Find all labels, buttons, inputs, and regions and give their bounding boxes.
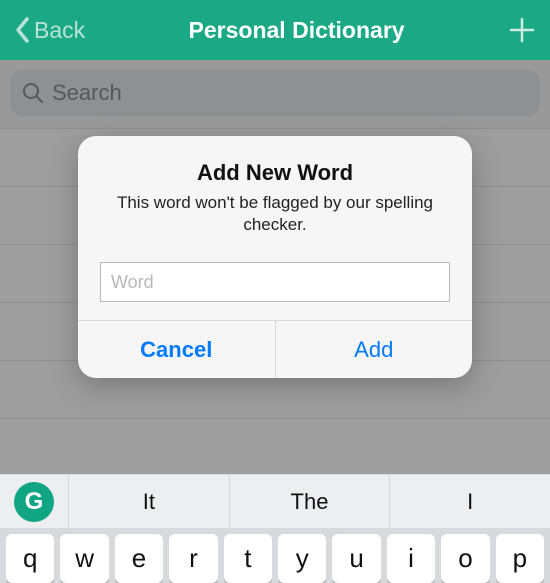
grammarly-icon[interactable]: G [14, 482, 54, 522]
add-word-dialog: Add New Word This word won't be flagged … [78, 136, 472, 378]
keyboard-suggestion-bar: G It The I [0, 474, 550, 528]
add-confirm-button[interactable]: Add [275, 321, 473, 378]
key-y[interactable]: y [278, 534, 326, 583]
key-i[interactable]: i [387, 534, 435, 583]
key-e[interactable]: e [115, 534, 163, 583]
key-r[interactable]: r [169, 534, 217, 583]
suggestion-item[interactable]: The [229, 475, 390, 528]
key-t[interactable]: t [224, 534, 272, 583]
add-button[interactable] [508, 16, 536, 44]
keyboard-row: q w e r t y u i o p [0, 528, 550, 583]
chevron-left-icon [14, 16, 32, 44]
page-title: Personal Dictionary [85, 17, 508, 44]
suggestion-item[interactable]: It [68, 475, 229, 528]
key-p[interactable]: p [496, 534, 544, 583]
word-input[interactable] [100, 262, 450, 302]
dialog-subtitle: This word won't be flagged by our spelli… [100, 192, 450, 236]
key-q[interactable]: q [6, 534, 54, 583]
cancel-button[interactable]: Cancel [78, 321, 275, 378]
dialog-title: Add New Word [100, 160, 450, 186]
key-u[interactable]: u [332, 534, 380, 583]
back-label: Back [34, 17, 85, 44]
back-button[interactable]: Back [14, 16, 85, 44]
suggestion-item[interactable]: I [389, 475, 550, 528]
key-o[interactable]: o [441, 534, 489, 583]
key-w[interactable]: w [60, 534, 108, 583]
